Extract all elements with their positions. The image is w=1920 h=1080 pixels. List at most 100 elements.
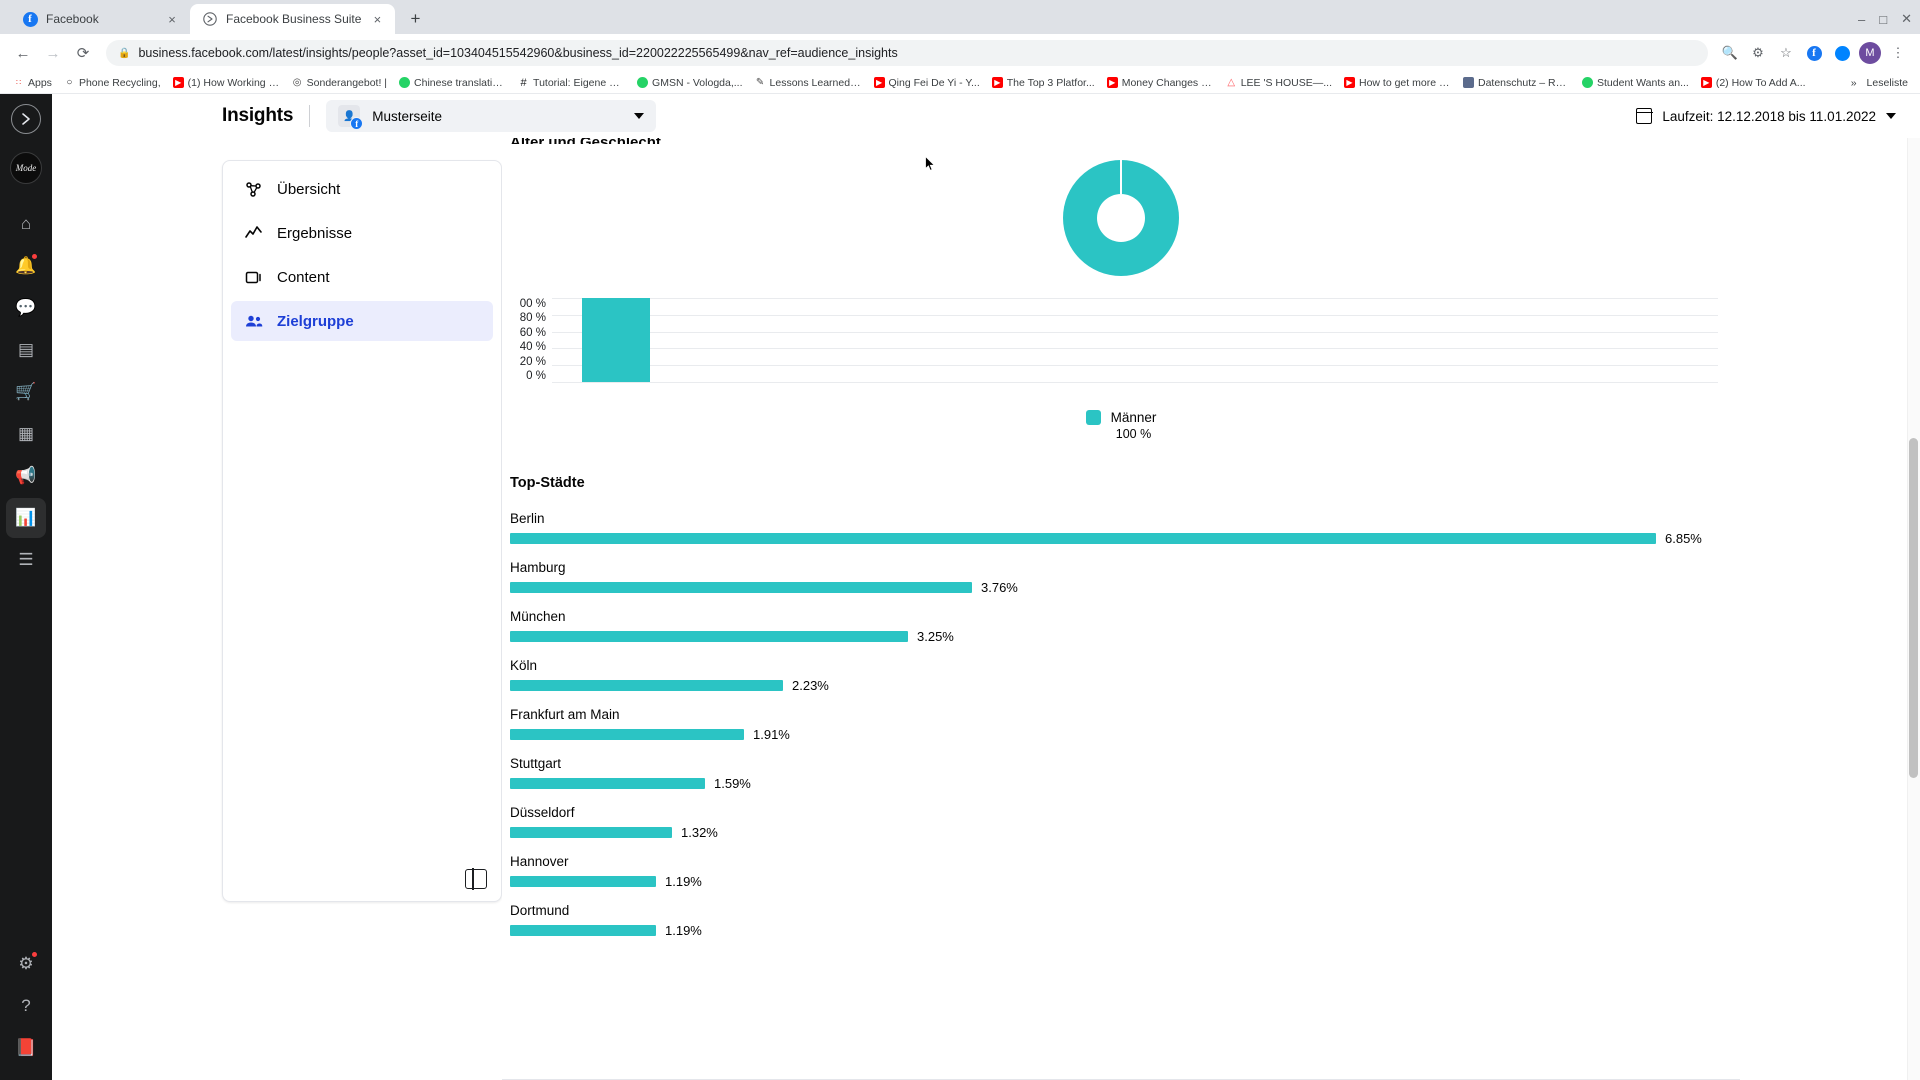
- messenger-icon[interactable]: [1830, 41, 1854, 65]
- bookmark-item[interactable]: Datenschutz – Re...: [1458, 75, 1575, 91]
- forward-icon[interactable]: →: [40, 40, 66, 66]
- browser-tab-business-suite[interactable]: Facebook Business Suite ×: [190, 4, 396, 34]
- city-name: Hamburg: [510, 560, 566, 575]
- scroll-area: Übersicht Ergebnisse Content Zielgruppe Alt…: [52, 138, 1920, 1080]
- city-row: Hamburg 3.76%: [510, 560, 1718, 595]
- browser-tab-facebook[interactable]: f Facebook ×: [10, 4, 190, 34]
- bar-plot-area: [552, 298, 1718, 383]
- settings-icon[interactable]: ⚙: [6, 944, 46, 984]
- bookmark-item[interactable]: ▶ Money Changes E...: [1102, 75, 1219, 91]
- home-icon[interactable]: ⌂: [6, 204, 46, 244]
- new-tab-button[interactable]: +: [401, 5, 429, 33]
- bookmark-item[interactable]: △ LEE 'S HOUSE—...: [1221, 75, 1337, 91]
- sidebar-item-label: Zielgruppe: [277, 312, 354, 330]
- extensions-icon[interactable]: ⚙: [1746, 41, 1770, 65]
- bookmark-label: Datenschutz – Re...: [1478, 76, 1570, 89]
- bookmark-label: The Top 3 Platfor...: [1006, 76, 1095, 89]
- minimize-icon[interactable]: –: [1858, 12, 1865, 27]
- window-close-icon[interactable]: ✕: [1901, 11, 1912, 27]
- avatar[interactable]: Mode: [10, 152, 42, 184]
- y-tick-label: 40 %: [519, 341, 546, 354]
- city-percentage: 1.91%: [753, 727, 790, 742]
- legend-value: 100 %: [1115, 427, 1152, 441]
- content-icon: [243, 267, 263, 287]
- zoom-icon[interactable]: 🔍: [1718, 41, 1742, 65]
- bookmarks-overflow-icon[interactable]: »: [1851, 77, 1857, 89]
- city-bar-row: 1.19%: [510, 874, 1718, 889]
- chevron-down-icon[interactable]: [634, 113, 645, 119]
- bookmark-item[interactable]: ▶ The Top 3 Platfor...: [987, 75, 1100, 91]
- bookmark-item[interactable]: ▶ (2) How To Add A...: [1696, 75, 1811, 91]
- sidebar-item-label: Übersicht: [277, 180, 341, 198]
- city-bar: [510, 925, 656, 936]
- bookmark-item[interactable]: ◎ Sonderangebot! |: [287, 75, 392, 91]
- bookmarks-overflow-area: » Leseliste: [1850, 76, 1912, 89]
- posts-icon[interactable]: ▤: [6, 330, 46, 370]
- address-bar[interactable]: 🔒 business.facebook.com/latest/insights/…: [106, 40, 1708, 66]
- city-bar-row: 1.32%: [510, 825, 1718, 840]
- insights-icon[interactable]: 📊: [6, 498, 46, 538]
- bookmark-item[interactable]: # Tutorial: Eigene Fa...: [513, 75, 630, 91]
- collapse-panel-icon[interactable]: [465, 868, 487, 890]
- facebook-icon[interactable]: f: [1802, 41, 1826, 65]
- bookmark-label: How to get more v...: [1359, 76, 1451, 89]
- sidebar-item-ergebnisse[interactable]: Ergebnisse: [231, 213, 493, 253]
- notifications-icon[interactable]: 🔔: [6, 246, 46, 286]
- bookmark-item[interactable]: ▶ Qing Fei De Yi - Y...: [869, 75, 985, 91]
- bookmark-item[interactable]: ∷ Apps: [8, 75, 57, 91]
- profile-avatar[interactable]: M: [1858, 41, 1882, 65]
- sidebar-item-content[interactable]: Content: [231, 257, 493, 297]
- back-icon[interactable]: ←: [10, 40, 36, 66]
- browser-toolbar: ← → ⟳ 🔒 business.facebook.com/latest/ins…: [0, 34, 1920, 72]
- bookmark-star-icon[interactable]: ☆: [1774, 41, 1798, 65]
- maximize-icon[interactable]: □: [1879, 12, 1887, 27]
- city-bar: [510, 582, 972, 593]
- close-icon[interactable]: ×: [369, 13, 385, 26]
- chrome-menu-icon[interactable]: ⋮: [1886, 41, 1910, 65]
- city-bar-row: 1.91%: [510, 727, 1718, 742]
- reload-icon[interactable]: ⟳: [70, 40, 96, 66]
- link-icon: ○: [66, 77, 73, 88]
- gridline: [552, 331, 1718, 333]
- ads-icon[interactable]: 📢: [6, 456, 46, 496]
- feedback-icon[interactable]: 📕: [6, 1028, 46, 1068]
- commerce-icon[interactable]: 🛒: [6, 372, 46, 412]
- planner-icon[interactable]: ▦: [6, 414, 46, 454]
- page-scrollbar[interactable]: [1907, 138, 1920, 1080]
- bookmark-item[interactable]: ▶ How to get more v...: [1339, 75, 1456, 91]
- help-icon[interactable]: ?: [6, 986, 46, 1026]
- bookmark-item[interactable]: GMSN - Vologda,...: [632, 75, 747, 91]
- bookmark-item[interactable]: Chinese translatio...: [394, 75, 511, 91]
- top-cities-title: Top-Städte: [510, 475, 585, 491]
- reading-list-label[interactable]: Leseliste: [1867, 77, 1908, 89]
- city-percentage: 1.19%: [665, 874, 702, 889]
- gender-bar-chart: 00 % 80 % 60 % 40 % 20 % 0 %: [502, 298, 1740, 383]
- all-tools-icon[interactable]: ☰: [6, 540, 46, 580]
- city-row: Düsseldorf 1.32%: [510, 805, 1718, 840]
- whatsapp-icon: [637, 77, 649, 88]
- close-icon[interactable]: ×: [164, 13, 180, 26]
- sidebar-item-bersicht[interactable]: Übersicht: [231, 169, 493, 209]
- bookmark-label: LEE 'S HOUSE—...: [1240, 76, 1332, 89]
- sidebar-item-zielgruppe[interactable]: Zielgruppe: [231, 301, 493, 341]
- date-range-selector[interactable]: Laufzeit: 12.12.2018 bis 11.01.2022: [1635, 108, 1896, 124]
- legend-item-maenner: Männer: [1085, 410, 1157, 425]
- overview-icon: [243, 179, 263, 199]
- youtube-icon: ▶: [172, 77, 184, 88]
- page-selector[interactable]: 👤 f Musterseite: [326, 100, 657, 132]
- date-range-label: Laufzeit: 12.12.2018 bis 11.01.2022: [1662, 108, 1876, 124]
- city-name: Frankfurt am Main: [510, 707, 620, 722]
- business-suite-logo[interactable]: [11, 104, 41, 134]
- tab-strip: f Facebook × Facebook Business Suite × +…: [0, 0, 1920, 34]
- bookmark-item[interactable]: ○ Phone Recycling,: [59, 75, 166, 91]
- bookmark-item[interactable]: Student Wants an...: [1577, 75, 1694, 91]
- chevron-down-icon[interactable]: [1886, 113, 1896, 119]
- bookmark-item[interactable]: ▶ (1) How Working a...: [168, 75, 285, 91]
- scrollbar-thumb[interactable]: [1909, 438, 1918, 778]
- inbox-icon[interactable]: 💬: [6, 288, 46, 328]
- divider: [309, 105, 311, 127]
- bookmark-item[interactable]: ✎ Lessons Learned f...: [750, 75, 867, 91]
- legend-label: Männer: [1110, 410, 1157, 425]
- city-bar-row: 3.25%: [510, 629, 1718, 644]
- bookmark-label: (1) How Working a...: [187, 76, 280, 89]
